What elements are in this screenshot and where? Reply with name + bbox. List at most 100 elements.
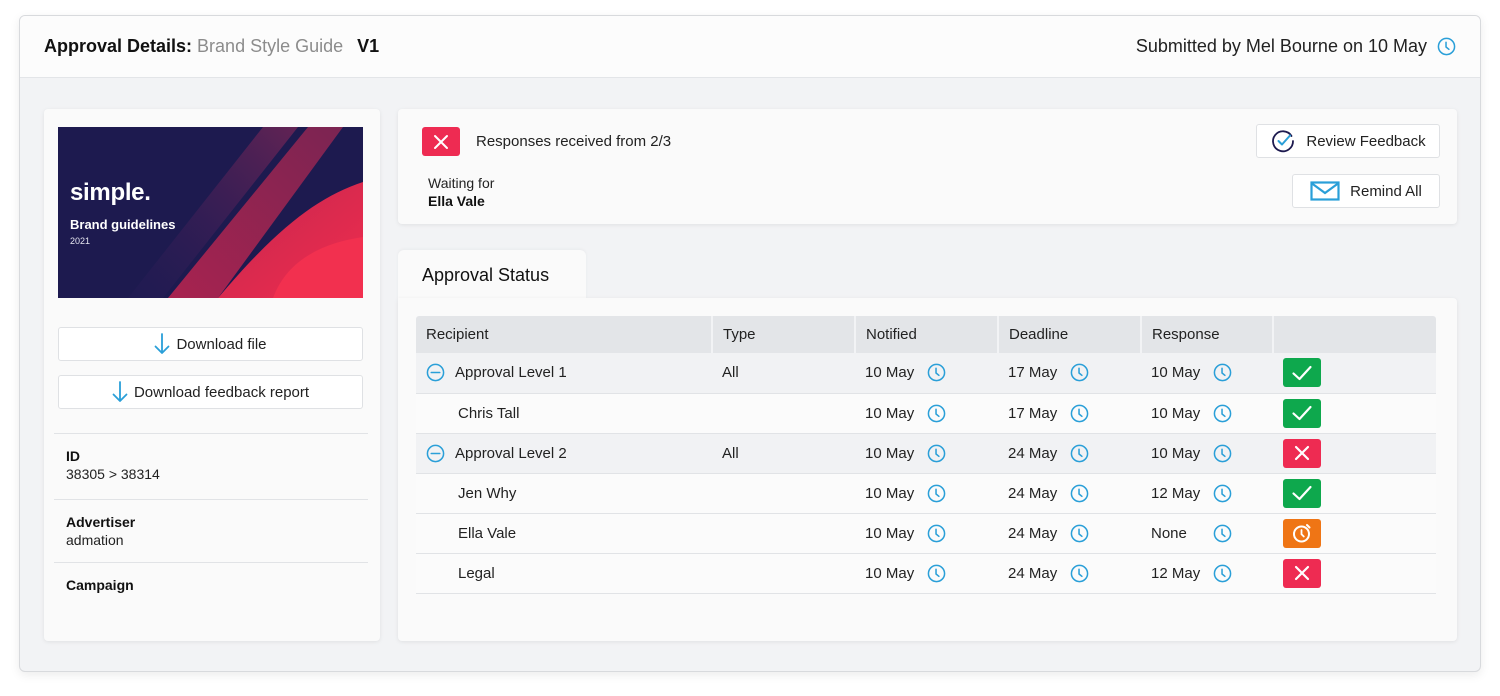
remind-all-label: Remind All — [1350, 182, 1422, 200]
cell-deadline: 24 May — [998, 433, 1141, 474]
notified-date: 10 May — [865, 524, 915, 542]
response-date: 10 May — [1151, 404, 1201, 422]
cell-response: 10 May — [1141, 393, 1273, 434]
cell-notified: 10 May — [855, 473, 998, 514]
deadline-date: 24 May — [1008, 524, 1058, 542]
clock-icon[interactable] — [1213, 564, 1232, 583]
thumbnail-artwork — [128, 127, 363, 298]
cell-recipient: Legal — [416, 553, 712, 594]
rejected-status-badge[interactable] — [1283, 558, 1321, 588]
approved-status-badge[interactable] — [1283, 478, 1321, 508]
approval-details-window: Approval Details: Brand Style Guide V1 S… — [19, 15, 1481, 672]
clock-icon[interactable] — [1070, 524, 1089, 543]
approved-status-badge[interactable] — [1283, 358, 1321, 388]
close-icon — [434, 134, 448, 149]
cell-type — [712, 393, 855, 434]
table-row[interactable]: Chris Tall 10 May 17 May 10 May — [416, 393, 1436, 434]
download-arrow-icon — [112, 381, 128, 402]
cell-state — [1273, 433, 1436, 474]
cell-notified: 10 May — [855, 393, 998, 434]
cell-notified: 10 May — [855, 553, 998, 594]
meta-id: ID 38305 > 38314 — [54, 433, 368, 482]
table-row[interactable]: Legal 10 May 24 May 12 May — [416, 553, 1436, 594]
column-header-recipient[interactable]: Recipient — [416, 316, 713, 353]
response-summary-card: Responses received from 2/3 Waiting for … — [398, 109, 1457, 224]
cell-state — [1273, 513, 1436, 554]
meta-key: Campaign — [66, 577, 134, 593]
clock-icon[interactable] — [1213, 484, 1232, 503]
clock-icon[interactable] — [1070, 484, 1089, 503]
review-feedback-button[interactable]: Review Feedback — [1256, 124, 1440, 158]
thumbnail-subtitle: Brand guidelines — [70, 217, 176, 232]
column-header-notified[interactable]: Notified — [855, 316, 999, 353]
clock-icon[interactable] — [1213, 363, 1232, 382]
download-file-button[interactable]: Download file — [58, 327, 363, 361]
table-row[interactable]: Ella Vale 10 May 24 May None — [416, 513, 1436, 554]
download-feedback-report-button[interactable]: Download feedback report — [58, 375, 363, 409]
stopwatch-icon — [1293, 524, 1311, 543]
tab-approval-status[interactable]: Approval Status — [398, 250, 586, 300]
approved-status-badge[interactable] — [1283, 398, 1321, 428]
column-header-deadline[interactable]: Deadline — [998, 316, 1142, 353]
review-feedback-label: Review Feedback — [1306, 132, 1426, 150]
rejected-status-badge[interactable] — [1283, 438, 1321, 468]
table-body: Approval Level 1 All 10 May 17 May 10 May Chr… — [416, 353, 1436, 594]
cell-recipient: Approval Level 1 — [416, 353, 712, 394]
clock-icon[interactable] — [927, 524, 946, 543]
cell-response: 12 May — [1141, 473, 1273, 514]
clock-icon[interactable] — [1213, 524, 1232, 543]
clock-icon[interactable] — [1070, 444, 1089, 463]
clock-icon[interactable] — [1070, 564, 1089, 583]
recipient-name: Approval Level 1 — [455, 364, 567, 382]
response-date: 12 May — [1151, 564, 1201, 582]
cell-response: 10 May — [1141, 433, 1273, 474]
clock-icon[interactable] — [1070, 363, 1089, 382]
meta-advertiser: Advertiser admation — [54, 499, 368, 548]
asset-thumbnail[interactable]: simple. Brand guidelines 2021 — [58, 127, 363, 298]
recipient-name: Chris Tall — [458, 404, 520, 422]
clock-icon[interactable] — [927, 564, 946, 583]
recipient-name: Approval Level 2 — [455, 444, 567, 462]
collapse-minus-icon[interactable] — [426, 363, 445, 382]
cell-type: All — [712, 433, 855, 474]
column-header-type[interactable]: Type — [712, 316, 856, 353]
cell-recipient: Jen Why — [416, 473, 712, 514]
table-row[interactable]: Jen Why 10 May 24 May 12 May — [416, 473, 1436, 514]
cell-state — [1273, 353, 1436, 394]
collapse-minus-icon[interactable] — [426, 444, 445, 463]
table-row-group[interactable]: Approval Level 2 All 10 May 24 May 10 May — [416, 433, 1436, 474]
notified-date: 10 May — [865, 564, 915, 582]
approval-status-table: Recipient Type Notified Deadline Respons… — [416, 316, 1436, 594]
clock-icon[interactable] — [1213, 404, 1232, 423]
asset-name: Brand Style Guide — [197, 36, 344, 56]
title-label: Approval Details: — [44, 36, 193, 56]
cell-deadline: 24 May — [998, 473, 1141, 514]
notified-date: 10 May — [865, 364, 915, 382]
deadline-date: 24 May — [1008, 444, 1058, 462]
pending-status-badge[interactable] — [1283, 518, 1321, 548]
cell-type: All — [712, 353, 855, 394]
cell-state — [1273, 393, 1436, 434]
clock-icon[interactable] — [927, 363, 946, 382]
meta-campaign: Campaign — [54, 562, 368, 595]
clock-icon[interactable] — [927, 484, 946, 503]
notified-date: 10 May — [865, 444, 915, 462]
clock-icon[interactable] — [1070, 404, 1089, 423]
remind-all-button[interactable]: Remind All — [1292, 174, 1440, 208]
column-header-state — [1273, 316, 1436, 353]
top-bar: Approval Details: Brand Style Guide V1 S… — [20, 16, 1480, 78]
download-file-label: Download file — [176, 335, 267, 353]
deadline-date: 17 May — [1008, 364, 1058, 382]
clock-icon[interactable] — [927, 404, 946, 423]
thumbnail-year: 2021 — [70, 236, 91, 246]
table-row-group[interactable]: Approval Level 1 All 10 May 17 May 10 May — [416, 353, 1436, 394]
checkmark-icon — [1292, 365, 1312, 380]
column-header-response[interactable]: Response — [1141, 316, 1274, 353]
clock-icon[interactable] — [1213, 444, 1232, 463]
clock-icon[interactable] — [927, 444, 946, 463]
cell-state — [1273, 553, 1436, 594]
download-feedback-label: Download feedback report — [133, 383, 310, 401]
page-title: Approval Details: Brand Style Guide V1 — [44, 36, 379, 57]
clock-icon[interactable] — [1437, 37, 1456, 56]
meta-value: 38305 > 38314 — [66, 466, 160, 482]
